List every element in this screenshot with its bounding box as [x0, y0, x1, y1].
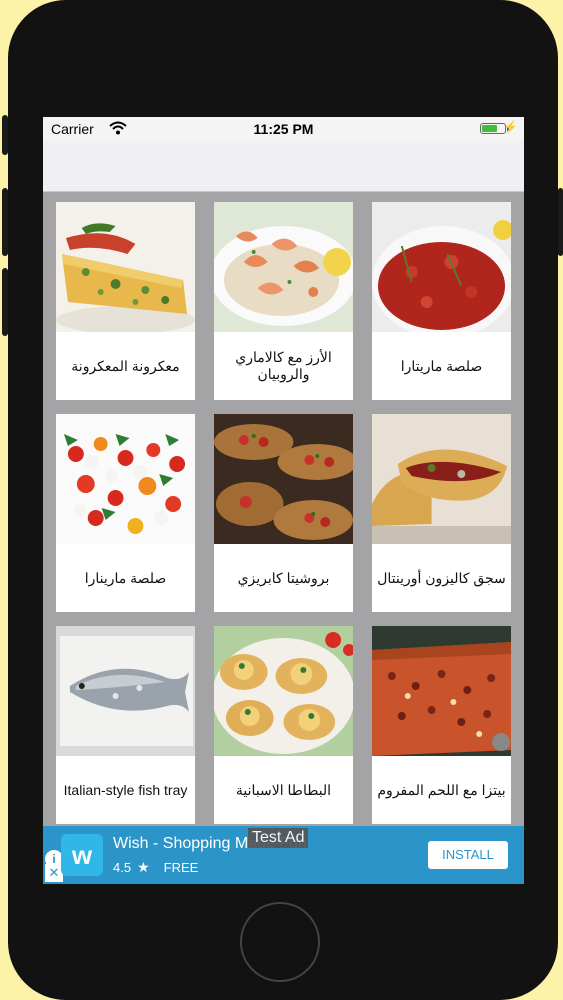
recipe-card[interactable]: صلصة ماريتارا — [372, 202, 511, 400]
recipe-photo — [214, 414, 353, 544]
recipe-photo — [56, 414, 195, 544]
recipe-title: صلصة ماريتارا — [400, 357, 483, 374]
recipe-photo — [214, 202, 353, 332]
charging-bolt-icon: ⚡ — [503, 120, 518, 134]
ad-banner[interactable]: i ✕ w Wish - Shopping Made Fun 4.5 ★ FREE … — [43, 826, 524, 884]
recipe-title: معكرونة المعكرونة — [71, 357, 180, 374]
recipe-card[interactable]: البطاطا الاسبانية — [214, 626, 353, 824]
recipe-title: صلصة مارينارا — [84, 569, 167, 586]
status-bar: Carrier 11:25 PM ⚡ — [43, 117, 524, 141]
recipe-card[interactable]: Italian-style fish tray — [56, 626, 195, 824]
recipe-card[interactable]: صلصة مارينارا — [56, 414, 195, 612]
ad-rating: 4.5 ★ FREE — [113, 859, 198, 876]
recipe-title: البطاطا الاسبانية — [235, 781, 332, 798]
ad-price: FREE — [163, 860, 199, 875]
recipe-photo — [56, 202, 195, 332]
recipe-photo — [372, 202, 511, 332]
app-screen: Carrier 11:25 PM ⚡ معكرونة المعكرونة الأ… — [43, 117, 524, 884]
recipe-card[interactable]: معكرونة المعكرونة — [56, 202, 195, 400]
recipe-photo — [56, 626, 195, 756]
recipe-title: بيتزا مع اللحم المفروم — [377, 781, 506, 798]
volume-down-button — [2, 268, 8, 336]
battery-level — [482, 125, 497, 132]
recipe-title: بروشيتا كابريزي — [237, 569, 330, 586]
power-button — [558, 188, 563, 256]
recipe-photo — [372, 414, 511, 544]
install-button[interactable]: INSTALL — [428, 841, 508, 869]
recipe-card[interactable]: الأرز مع كالاماري والروبيان — [214, 202, 353, 400]
recipe-card[interactable]: بيتزا مع اللحم المفروم — [372, 626, 511, 824]
test-ad-label: Test Ad — [248, 828, 309, 848]
recipe-title: Italian-style fish tray — [63, 781, 188, 798]
navigation-bar — [43, 141, 524, 192]
recipe-title: سجق كاليزون أورينتال — [377, 569, 506, 586]
recipe-photo — [372, 626, 511, 756]
home-button[interactable] — [240, 902, 320, 982]
recipe-title: الأرز مع كالاماري والروبيان — [235, 349, 332, 382]
clock: 11:25 PM — [253, 121, 314, 137]
recipe-card[interactable]: بروشيتا كابريزي — [214, 414, 353, 612]
recipe-grid: معكرونة المعكرونة الأرز مع كالاماري والر… — [43, 192, 524, 826]
mute-switch — [2, 115, 8, 155]
recipe-photo — [214, 626, 353, 756]
recipe-card[interactable]: سجق كاليزون أورينتال — [372, 414, 511, 612]
star-icon: ★ — [137, 859, 150, 875]
ad-rating-value: 4.5 — [113, 860, 132, 875]
volume-up-button — [2, 188, 8, 256]
wish-logo: w — [61, 834, 103, 876]
